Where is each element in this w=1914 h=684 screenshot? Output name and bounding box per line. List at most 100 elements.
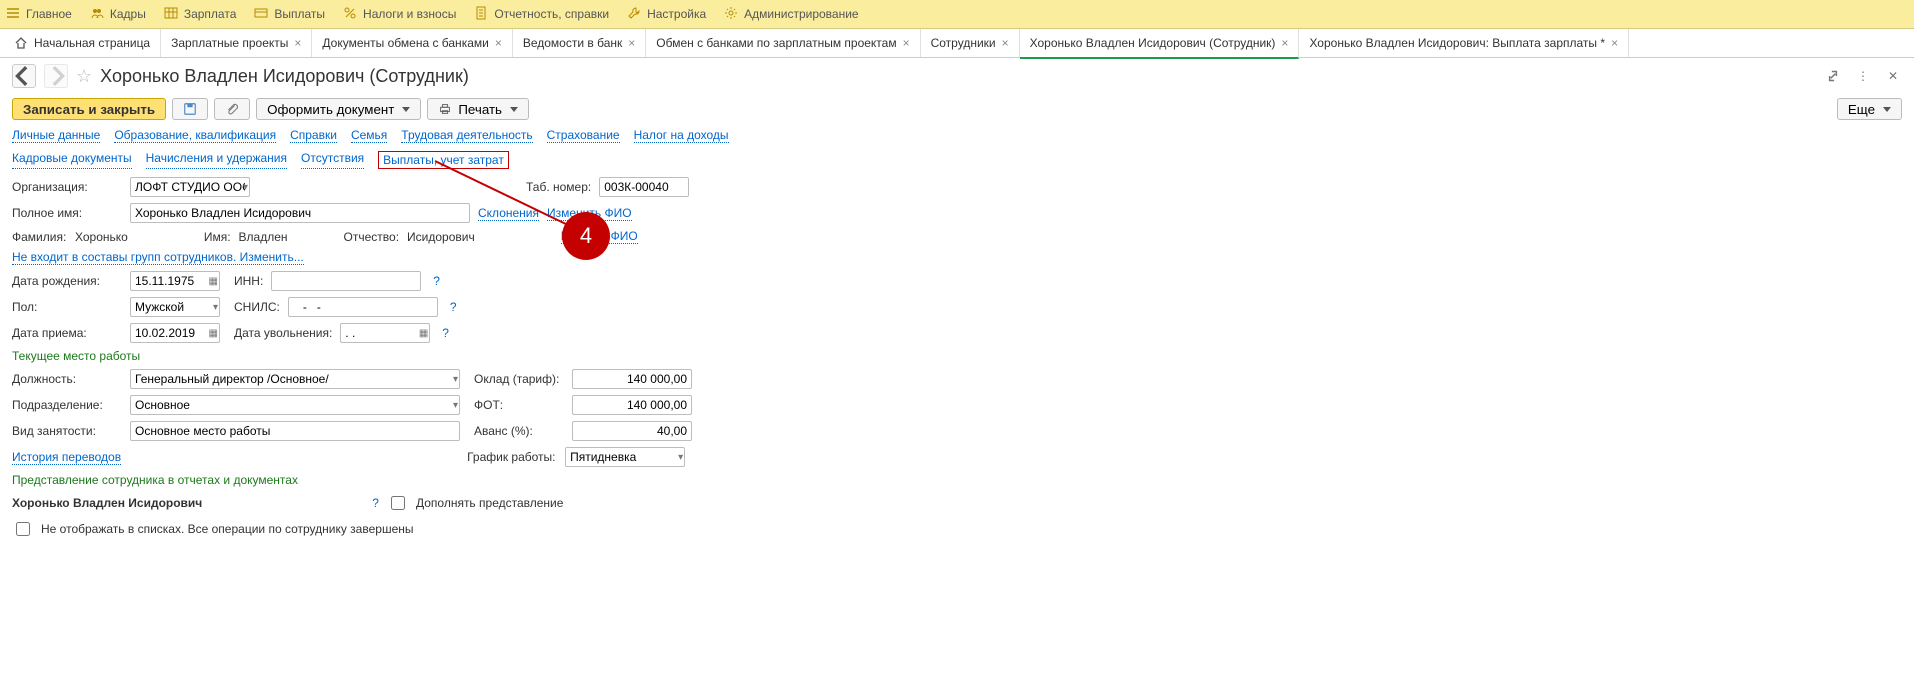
fire-help-icon[interactable]: ? xyxy=(442,326,449,340)
save-close-button[interactable]: Записать и закрыть xyxy=(12,98,166,120)
wrench-icon xyxy=(627,6,641,23)
forward-button[interactable] xyxy=(44,64,68,88)
tab[interactable]: Начальная страница xyxy=(4,29,161,57)
fire-field[interactable] xyxy=(340,323,430,343)
fot-label: ФОТ: xyxy=(474,398,564,412)
section-link[interactable]: Трудовая деятельность xyxy=(401,128,532,143)
menu-label: Зарплата xyxy=(184,7,237,21)
tab[interactable]: Сотрудники× xyxy=(921,29,1020,57)
menu-otchet[interactable]: Отчетность, справки xyxy=(474,6,609,23)
tab[interactable]: Обмен с банками по зарплатным проектам × xyxy=(646,29,920,57)
close-icon[interactable]: × xyxy=(1611,36,1618,50)
save-button[interactable] xyxy=(172,98,208,120)
close-icon[interactable]: × xyxy=(495,36,502,50)
tab-label: Обмен с банками по зарплатным проектам xyxy=(656,36,896,50)
append-representation-checkbox[interactable] xyxy=(391,496,405,510)
menu-vyplaty[interactable]: Выплаты xyxy=(254,6,325,23)
position-field[interactable] xyxy=(130,369,460,389)
tab-label: Хоронько Владлен Исидорович (Сотрудник) xyxy=(1030,36,1276,50)
tabnum-label: Таб. номер: xyxy=(526,180,591,194)
snils-help-icon[interactable]: ? xyxy=(450,300,457,314)
hide-in-lists-checkbox[interactable] xyxy=(16,522,30,536)
annotation-callout: 4 xyxy=(562,212,610,260)
menu-label: Отчетность, справки xyxy=(494,7,609,21)
section-link[interactable]: Отсутствия xyxy=(301,151,364,169)
menu-zarplata[interactable]: Зарплата xyxy=(164,6,237,23)
repr-help-icon[interactable]: ? xyxy=(372,496,379,510)
chevron-down-icon[interactable]: ▾ xyxy=(213,302,218,313)
close-icon[interactable]: × xyxy=(1281,36,1288,50)
menu-label: Главное xyxy=(26,7,72,21)
tab[interactable]: Документы обмена с банками× xyxy=(312,29,512,57)
org-field[interactable] xyxy=(130,177,250,197)
calendar-icon[interactable]: ▦ xyxy=(209,276,218,287)
birth-label: Дата рождения: xyxy=(12,274,122,288)
emptype-field[interactable] xyxy=(130,421,460,441)
org-picker-icon[interactable]: ▾ xyxy=(243,182,248,193)
print-button[interactable]: Печать xyxy=(427,98,529,120)
transfers-history-link[interactable]: История переводов xyxy=(12,450,121,465)
fullname-field[interactable] xyxy=(130,203,470,223)
draft-document-label: Оформить документ xyxy=(267,102,394,117)
more-button[interactable]: Еще xyxy=(1837,98,1902,120)
chevron-down-icon xyxy=(510,107,518,112)
position-label: Должность: xyxy=(12,372,122,386)
tab[interactable]: Хоронько Владлен Исидорович: Выплата зар… xyxy=(1299,29,1629,57)
section-link[interactable]: Начисления и удержания xyxy=(146,151,287,169)
menu-kadry[interactable]: Кадры xyxy=(90,6,146,23)
draft-document-button[interactable]: Оформить документ xyxy=(256,98,421,120)
menu-label: Кадры xyxy=(110,7,146,21)
section-link[interactable]: Справки xyxy=(290,128,337,143)
fot-field[interactable] xyxy=(572,395,692,415)
hire-field[interactable] xyxy=(130,323,220,343)
picker-icon[interactable]: ▾ xyxy=(453,400,458,411)
snils-label: СНИЛС: xyxy=(234,300,280,314)
inn-field[interactable] xyxy=(271,271,421,291)
tab[interactable]: Хоронько Владлен Исидорович (Сотрудник) × xyxy=(1020,29,1300,59)
favorite-star-icon[interactable]: ☆ xyxy=(76,66,92,87)
sex-field[interactable] xyxy=(130,297,220,317)
section-link[interactable]: Кадровые документы xyxy=(12,151,132,169)
snils-field[interactable] xyxy=(288,297,438,317)
schedule-field[interactable] xyxy=(565,447,685,467)
menu-main[interactable]: Главное xyxy=(6,6,72,23)
menu-nastroyka[interactable]: Настройка xyxy=(627,6,706,23)
avans-field[interactable] xyxy=(572,421,692,441)
tab[interactable]: Ведомости в банк× xyxy=(513,29,646,57)
page-title: Хоронько Владлен Исидорович (Сотрудник) xyxy=(100,66,469,87)
picker-icon[interactable]: ▾ xyxy=(453,374,458,385)
tabnum-field[interactable] xyxy=(599,177,689,197)
section-link[interactable]: Личные данные xyxy=(12,128,100,143)
link-icon[interactable] xyxy=(1824,67,1842,85)
back-button[interactable] xyxy=(12,64,36,88)
section-links-row-2: Кадровые документы Начисления и удержания… xyxy=(0,147,1914,173)
attach-button[interactable] xyxy=(214,98,250,120)
kebab-menu-icon[interactable]: ⋮ xyxy=(1854,67,1872,85)
declensions-link[interactable]: Склонения xyxy=(478,206,539,221)
inn-help-icon[interactable]: ? xyxy=(433,274,440,288)
employee-form: Организация: ▾ Таб. номер: Полное имя: С… xyxy=(0,173,1914,543)
oklad-field[interactable] xyxy=(572,369,692,389)
close-icon[interactable]: × xyxy=(903,36,910,50)
payments-expenses-link[interactable]: Выплаты, учет затрат xyxy=(378,151,509,169)
close-window-icon[interactable]: ✕ xyxy=(1884,67,1902,85)
calendar-icon[interactable]: ▦ xyxy=(209,328,218,339)
menu-nalogi[interactable]: Налоги и взносы xyxy=(343,6,456,23)
section-link[interactable]: Образование, квалификация xyxy=(114,128,276,143)
tab[interactable]: Зарплатные проекты× xyxy=(161,29,312,57)
close-icon[interactable]: × xyxy=(294,36,301,50)
birth-field[interactable] xyxy=(130,271,220,291)
menu-admin[interactable]: Администрирование xyxy=(724,6,858,23)
close-icon[interactable]: × xyxy=(1002,36,1009,50)
title-bar: ☆ Хоронько Владлен Исидорович (Сотрудник… xyxy=(0,58,1914,94)
section-link[interactable]: Семья xyxy=(351,128,387,143)
picker-icon[interactable]: ▾ xyxy=(678,452,683,463)
calendar-icon[interactable]: ▦ xyxy=(419,328,428,339)
close-icon[interactable]: × xyxy=(628,36,635,50)
dept-field[interactable] xyxy=(130,395,460,415)
menu-label: Выплаты xyxy=(274,7,325,21)
section-link[interactable]: Налог на доходы xyxy=(634,128,729,143)
section-link[interactable]: Страхование xyxy=(547,128,620,143)
no-group-link[interactable]: Не входит в составы групп сотрудников. И… xyxy=(12,250,304,265)
home-icon xyxy=(14,36,28,50)
